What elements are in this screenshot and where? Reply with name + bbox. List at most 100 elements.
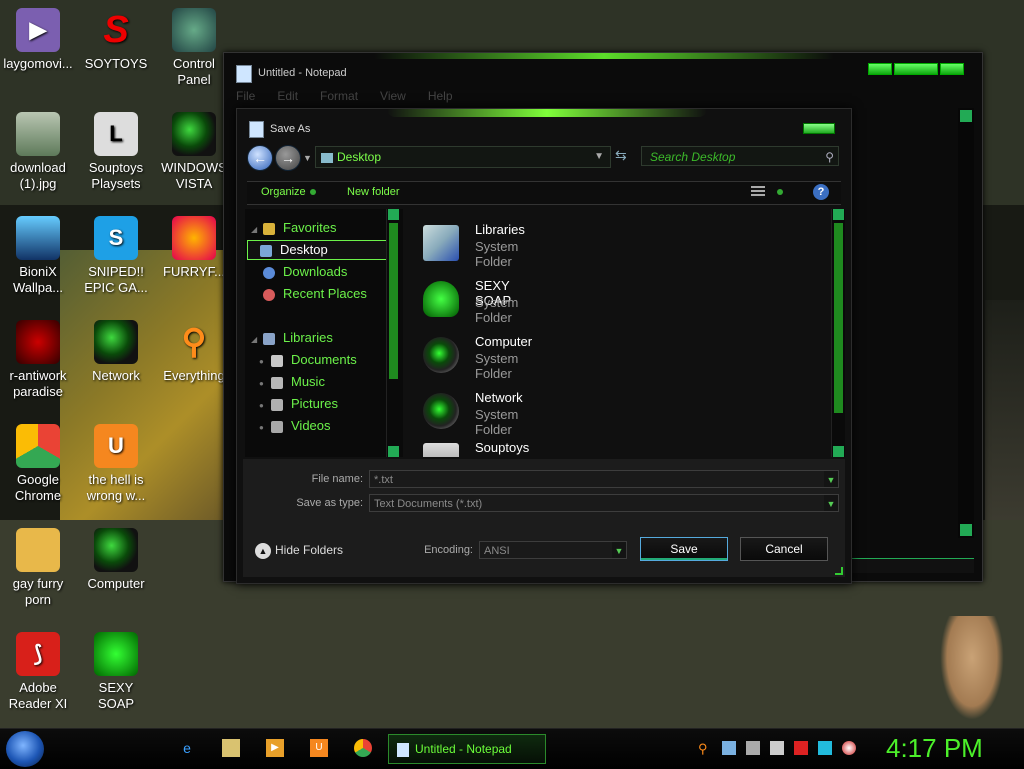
scroll-down-arrow[interactable] bbox=[960, 524, 972, 536]
refresh-button[interactable]: ⇆ bbox=[615, 147, 627, 164]
new-folder-button[interactable]: New folder bbox=[347, 186, 400, 198]
save-as-dialog[interactable]: Save As ← → ▼ Desktop ▼ ⇆ Search Desktop… bbox=[236, 108, 852, 584]
desktop-icon-bionix[interactable]: BioniX Wallpa... bbox=[0, 216, 76, 296]
taskbar: e ▶ U Untitled - Notepad ⚲ 4:17 PM bbox=[0, 728, 1024, 769]
expand-arrow-icon[interactable]: ◢ bbox=[251, 331, 261, 349]
close-button[interactable] bbox=[803, 123, 835, 134]
desktop-icon-download-jpg[interactable]: download (1).jpg bbox=[0, 112, 76, 192]
encoding-select[interactable]: ANSI ▼ bbox=[479, 541, 627, 559]
image-file-icon bbox=[16, 112, 60, 156]
desktop-icon-box[interactable]: gay furry porn bbox=[0, 528, 76, 608]
desktop-icon-souptoys[interactable]: L Souptoys Playsets bbox=[78, 112, 154, 192]
file-list-scrollbar[interactable] bbox=[831, 209, 845, 457]
minimize-button[interactable] bbox=[868, 63, 892, 75]
internet-explorer-icon[interactable]: e bbox=[178, 739, 196, 757]
desktop-icon-uc[interactable]: U the hell is wrong w... bbox=[78, 424, 154, 504]
nav-recent-places[interactable]: Recent Places bbox=[263, 285, 367, 303]
address-bar[interactable]: Desktop ▼ bbox=[315, 146, 611, 168]
desktop-icon-everything[interactable]: ⚲ Everything bbox=[156, 320, 232, 384]
everything-tray-icon[interactable]: ⚲ bbox=[698, 741, 712, 756]
start-button[interactable] bbox=[6, 731, 44, 767]
maximize-button[interactable] bbox=[894, 63, 938, 75]
nav-pane-scrollbar[interactable] bbox=[386, 209, 400, 457]
back-button[interactable]: ← bbox=[247, 145, 273, 171]
desktop-icon-sniped[interactable]: S SNIPED!! EPIC GA... bbox=[78, 216, 154, 296]
bullet-icon: ● bbox=[259, 401, 264, 410]
desktop-icon-sexy-soap[interactable]: SEXY SOAP bbox=[78, 632, 154, 712]
nav-documents[interactable]: ● Documents bbox=[259, 351, 357, 369]
search-input[interactable]: Search Desktop ⚲ bbox=[641, 146, 839, 166]
desktop-icon-laygomovi[interactable]: ▶ laygomovi... bbox=[0, 8, 76, 72]
scroll-thumb[interactable] bbox=[834, 223, 843, 413]
hide-folders-button[interactable]: ▲ Hide Folders bbox=[255, 543, 343, 559]
scroll-up-arrow[interactable] bbox=[833, 209, 844, 220]
resize-grip[interactable] bbox=[835, 567, 843, 575]
scroll-down-arrow[interactable] bbox=[388, 446, 399, 457]
recent-pages-dropdown[interactable]: ▼ bbox=[303, 153, 312, 163]
magnifier-icon: ⚲ bbox=[181, 323, 207, 361]
nav-pictures[interactable]: ● Pictures bbox=[259, 395, 338, 413]
monitor-tray-icon[interactable] bbox=[818, 741, 832, 755]
view-dropdown-dot-icon[interactable] bbox=[777, 189, 783, 195]
desktop-icon-furryf[interactable]: FURRYF... bbox=[156, 216, 232, 280]
network-tray-icon[interactable] bbox=[770, 741, 784, 755]
menu-file[interactable]: File bbox=[236, 89, 255, 103]
desktop-icon-label: Adobe Reader XI bbox=[8, 680, 68, 711]
desktop-icon-windows-vista[interactable]: WINDOWS VISTA bbox=[156, 112, 232, 192]
desktop-icon-label: laygomovi... bbox=[3, 56, 73, 71]
explorer-folder-icon[interactable] bbox=[222, 739, 240, 757]
uc-browser-icon: U bbox=[94, 424, 138, 468]
desktop-icon-computer[interactable]: Computer bbox=[78, 528, 154, 592]
menu-view[interactable]: View bbox=[380, 89, 406, 103]
nav-videos[interactable]: ● Videos bbox=[259, 417, 331, 435]
chevron-down-icon[interactable]: ▼ bbox=[594, 147, 604, 167]
nav-desktop[interactable]: Desktop bbox=[247, 240, 393, 260]
organize-button[interactable]: Organize bbox=[261, 186, 316, 198]
desktop-icon-network[interactable]: Network bbox=[78, 320, 154, 384]
desktop-icon-antiwork[interactable]: r-antiwork paradise bbox=[0, 320, 76, 400]
desktop-icon-chrome[interactable]: Google Chrome bbox=[0, 424, 76, 504]
menu-help[interactable]: Help bbox=[428, 89, 453, 103]
back-arrow-icon: ← bbox=[253, 150, 267, 166]
computer-tray-icon[interactable] bbox=[722, 741, 736, 755]
save-button[interactable]: Save bbox=[640, 537, 728, 561]
menu-edit[interactable]: Edit bbox=[277, 89, 298, 103]
close-button[interactable] bbox=[940, 63, 964, 75]
taskbar-task-notepad[interactable]: Untitled - Notepad bbox=[388, 734, 546, 764]
scroll-thumb[interactable] bbox=[389, 223, 398, 379]
chrome-icon[interactable] bbox=[354, 739, 372, 757]
network-orb-icon bbox=[423, 393, 459, 429]
editor-scrollbar[interactable] bbox=[958, 108, 974, 538]
nav-favorites[interactable]: ◢ Favorites bbox=[251, 219, 336, 237]
window-title: Untitled - Notepad bbox=[258, 67, 347, 79]
forward-button[interactable]: → bbox=[275, 145, 301, 171]
clock[interactable]: 4:17 PM bbox=[886, 733, 983, 764]
chevron-down-icon[interactable]: ▼ bbox=[824, 495, 838, 511]
view-options-icon[interactable] bbox=[751, 186, 765, 198]
hamster-gadget[interactable] bbox=[940, 616, 1004, 720]
uc-browser-icon[interactable]: U bbox=[310, 739, 328, 757]
nav-libraries[interactable]: ◢ Libraries bbox=[251, 329, 333, 347]
search-icon[interactable]: ⚲ bbox=[825, 147, 834, 167]
desktop-icon-adobe[interactable]: ⟆ Adobe Reader XI bbox=[0, 632, 76, 712]
nav-music[interactable]: ● Music bbox=[259, 373, 325, 391]
menu-format[interactable]: Format bbox=[320, 89, 358, 103]
save-type-select[interactable]: Text Documents (*.txt) ▼ bbox=[369, 494, 839, 512]
desktop-icon-soytoys[interactable]: S SOYTOYS bbox=[78, 8, 154, 72]
nav-downloads[interactable]: Downloads bbox=[263, 263, 347, 281]
file-name-field[interactable]: *.txt ▼ bbox=[369, 470, 839, 488]
scroll-up-arrow[interactable] bbox=[960, 110, 972, 122]
chevron-down-icon[interactable]: ▼ bbox=[824, 471, 838, 487]
cancel-button[interactable]: Cancel bbox=[740, 537, 828, 561]
scroll-down-arrow[interactable] bbox=[833, 446, 844, 457]
scroll-up-arrow[interactable] bbox=[388, 209, 399, 220]
desktop-icon-control-panel[interactable]: Control Panel bbox=[156, 8, 232, 88]
chevron-down-icon[interactable]: ▼ bbox=[612, 542, 626, 558]
videos-icon bbox=[271, 420, 283, 433]
expand-arrow-icon[interactable]: ◢ bbox=[251, 221, 261, 239]
volume-tray-icon[interactable] bbox=[842, 741, 856, 755]
help-icon[interactable]: ? bbox=[813, 184, 829, 200]
flag-tray-icon[interactable] bbox=[794, 741, 808, 755]
tools-tray-icon[interactable] bbox=[746, 741, 760, 755]
media-player-icon[interactable]: ▶ bbox=[266, 739, 284, 757]
